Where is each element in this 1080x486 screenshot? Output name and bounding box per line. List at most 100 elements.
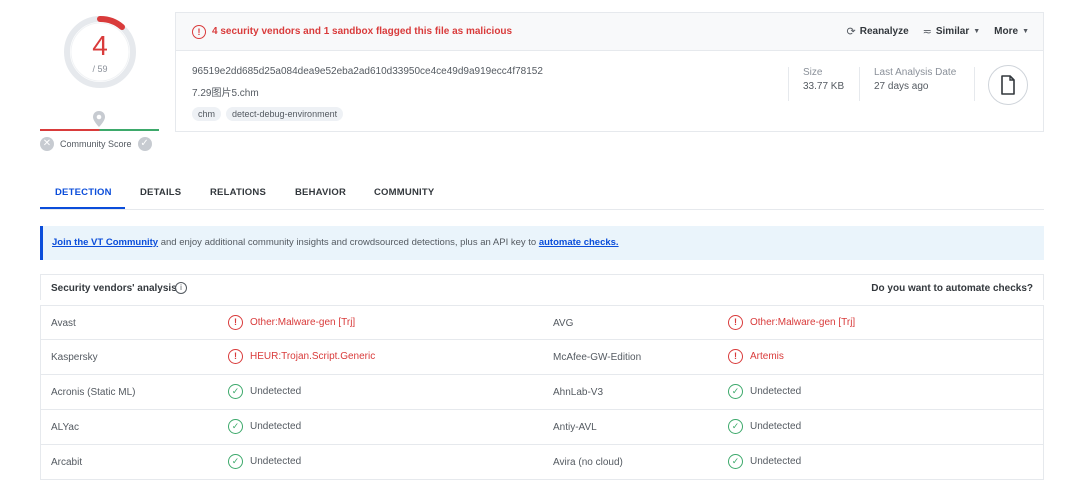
tag-chm[interactable]: chm [192, 107, 222, 121]
file-size: Size 33.77 KB [788, 67, 844, 101]
vendor-name: Kaspersky [51, 352, 98, 363]
score-detections: 4 [92, 30, 108, 61]
vendors-title: Security vendors' analysis [51, 283, 177, 294]
score-total: / 59 [92, 64, 108, 74]
tab-detection[interactable]: DETECTION [55, 187, 112, 198]
file-type-icon [988, 65, 1028, 105]
community-banner: Join the VT Community and enjoy addition… [40, 226, 1044, 260]
flag-banner: ! 4 security vendors and 1 sandbox flagg… [176, 13, 1043, 51]
vendor-name: ALYac [51, 422, 79, 433]
vendor-result: ! Artemis [728, 349, 784, 364]
check-circle-icon: ✓ [228, 454, 243, 469]
vendor-name: Antiy-AVL [553, 422, 597, 433]
banner-middle-text: and enjoy additional community insights … [158, 237, 539, 248]
tab-behavior[interactable]: BEHAVIOR [295, 187, 346, 198]
refresh-icon: ⟳ [846, 26, 856, 38]
result-label: Other:Malware-gen [Trj] [250, 317, 356, 328]
detection-score: 4 / 59 ✕ Community Score ✓ [40, 8, 160, 158]
automate-checks-link[interactable]: automate checks. [539, 237, 619, 248]
last-analysis: Last Analysis Date 27 days ago [859, 67, 956, 101]
vendor-name: Arcabit [51, 457, 83, 468]
result-label: Undetected [750, 456, 802, 467]
result-label: HEUR:Trojan.Script.Generic [250, 351, 376, 362]
table-row: ALYac ✓ Undetected Antiy-AVL ✓ Undetecte… [40, 410, 1044, 445]
vendor-result: ✓ Undetected [728, 419, 801, 434]
upvote-icon[interactable]: ✓ [137, 137, 152, 151]
reanalyze-label: Reanalyze [859, 26, 909, 37]
vendor-result: ✓ Undetected [728, 454, 801, 469]
vendor-name: McAfee-GW-Edition [553, 352, 642, 363]
vendor-name: AhnLab-V3 [553, 387, 604, 398]
community-pin-icon [93, 111, 105, 127]
alert-icon: ! [228, 349, 243, 364]
join-community-link[interactable]: Join the VT Community [52, 237, 158, 248]
document-icon [1001, 75, 1015, 95]
last-analysis-value: 27 days ago [874, 81, 929, 92]
community-score-label: Community Score [60, 139, 132, 149]
vendor-result: ✓ Undetected [728, 384, 801, 399]
result-label: Undetected [750, 386, 802, 397]
vendor-name: Avast [51, 318, 76, 329]
community-score-bar [40, 129, 159, 131]
alert-icon: ! [728, 315, 743, 330]
check-circle-icon: ✓ [728, 419, 743, 434]
result-label: Undetected [250, 456, 302, 467]
community-score: ✕ Community Score ✓ [40, 135, 160, 153]
table-row: Avast ! Other:Malware-gen [Trj] AVG ! Ot… [40, 305, 1044, 340]
table-row: Acronis (Static ML) ✓ Undetected AhnLab-… [40, 375, 1044, 410]
vendor-result: ✓ Undetected [228, 419, 301, 434]
size-value: 33.77 KB [803, 81, 845, 92]
vendor-name: AVG [553, 318, 574, 329]
result-label: Artemis [750, 351, 784, 362]
tab-bar: DETECTION DETAILS RELATIONS BEHAVIOR COM… [40, 178, 1044, 210]
vendor-name: Acronis (Static ML) [51, 387, 136, 398]
vendors-header: Security vendors' analysis i Do you want… [40, 274, 1044, 300]
check-circle-icon: ✓ [228, 384, 243, 399]
result-label: Other:Malware-gen [Trj] [750, 317, 856, 328]
vendor-result: ✓ Undetected [228, 384, 301, 399]
similar-label: Similar [935, 26, 970, 37]
vendor-name: Avira (no cloud) [553, 457, 623, 468]
chevron-down-icon: ▼ [973, 28, 981, 35]
file-hash[interactable]: 96519e2dd685d25a084dea9e52eba2ad610d3395… [192, 66, 543, 77]
table-row: Arcabit ✓ Undetected Avira (no cloud) ✓ … [40, 445, 1044, 480]
check-circle-icon: ✓ [228, 419, 243, 434]
tag-detect-debug-environment[interactable]: detect-debug-environment [226, 107, 344, 121]
active-tab-indicator [40, 207, 125, 209]
alert-icon: ! [192, 25, 206, 39]
action-bar: ⟳ Reanalyze ≂ Similar ▼ More ▼ [847, 25, 1030, 38]
tab-details[interactable]: DETAILS [140, 187, 181, 198]
reanalyze-button[interactable]: ⟳ Reanalyze [847, 25, 909, 38]
tab-community[interactable]: COMMUNITY [374, 187, 434, 198]
more-button[interactable]: More ▼ [994, 25, 1029, 38]
result-label: Undetected [250, 386, 302, 397]
vendor-result: ! Other:Malware-gen [Trj] [728, 315, 855, 330]
table-row: Kaspersky ! HEUR:Trojan.Script.Generic M… [40, 340, 1044, 375]
check-circle-icon: ✓ [728, 454, 743, 469]
vendor-result: ! Other:Malware-gen [Trj] [228, 315, 355, 330]
flag-message: 4 security vendors and 1 sandbox flagged… [212, 26, 513, 37]
info-icon[interactable]: i [175, 282, 187, 294]
check-circle-icon: ✓ [728, 384, 743, 399]
automate-checks-prompt[interactable]: Do you want to automate checks? [871, 283, 1033, 294]
divider [974, 67, 975, 101]
tab-relations[interactable]: RELATIONS [210, 187, 266, 198]
result-label: Undetected [250, 421, 302, 432]
alert-icon: ! [228, 315, 243, 330]
file-tags: chm detect-debug-environment [192, 107, 344, 121]
vendor-result: ✓ Undetected [228, 454, 301, 469]
similar-button[interactable]: ≂ Similar ▼ [923, 25, 981, 38]
chevron-down-icon: ▼ [1022, 28, 1029, 35]
file-name: 7.29图片5.chm [192, 88, 259, 99]
vendor-results-table: Avast ! Other:Malware-gen [Trj] AVG ! Ot… [40, 305, 1044, 480]
more-label: More [994, 26, 1019, 37]
result-label: Undetected [750, 421, 802, 432]
last-analysis-label: Last Analysis Date [874, 67, 957, 78]
alert-icon: ! [728, 349, 743, 364]
downvote-icon[interactable]: ✕ [40, 137, 54, 151]
size-label: Size [803, 67, 823, 78]
similar-icon: ≂ [922, 26, 932, 38]
vendor-result: ! HEUR:Trojan.Script.Generic [228, 349, 375, 364]
banner-text: Join the VT Community and enjoy addition… [52, 237, 619, 248]
file-summary-card: ! 4 security vendors and 1 sandbox flagg… [175, 12, 1044, 132]
